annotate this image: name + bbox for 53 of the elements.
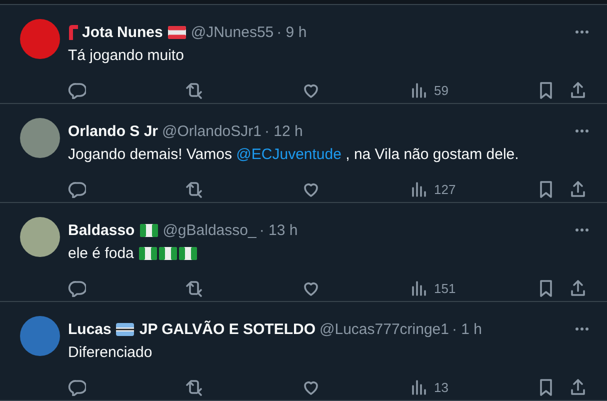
avatar[interactable] (20, 118, 60, 158)
mention-link[interactable]: @ECJuventude (236, 146, 342, 162)
bookmark-icon[interactable] (537, 180, 555, 198)
user-name[interactable]: Lucas (68, 320, 112, 338)
share-icon[interactable] (569, 81, 587, 99)
user-name[interactable]: Baldasso (68, 222, 135, 238)
user-handle[interactable]: @gBaldasso_ (162, 222, 256, 238)
reply-icon[interactable] (68, 180, 86, 198)
bar-chart-icon (410, 180, 428, 198)
avatar[interactable] (20, 217, 60, 257)
user-handle[interactable]: @OrlandoSJr1 (162, 122, 262, 140)
retweet-icon[interactable] (185, 180, 203, 198)
post-time[interactable]: · 12 h (264, 122, 303, 140)
post-time[interactable]: · 1 h (452, 320, 482, 338)
bookmark-icon[interactable] (537, 378, 555, 396)
views-button[interactable]: 59 (410, 81, 448, 99)
views-button[interactable]: 151 (410, 279, 456, 297)
flag-icon (178, 246, 197, 260)
share-icon[interactable] (569, 180, 587, 198)
share-icon[interactable] (569, 279, 587, 297)
post-time[interactable]: · 9 h (276, 24, 307, 40)
user-handle[interactable]: @JNunes55 (190, 24, 274, 40)
flag-icon (140, 224, 158, 236)
avatar[interactable] (20, 316, 60, 356)
reply-icon[interactable] (68, 81, 86, 99)
flag-icon (168, 26, 186, 38)
user-handle[interactable]: @Lucas777cringe1 (320, 320, 449, 338)
bar-chart-icon (410, 81, 428, 99)
post-text: Diferenciado (68, 342, 154, 362)
retweet-icon[interactable] (185, 81, 203, 99)
reply-icon[interactable] (68, 378, 86, 396)
flag-icon (158, 246, 177, 260)
flag-icon (116, 322, 134, 336)
user-name[interactable]: JP GALVÃO E SOTELDO (139, 320, 316, 338)
retweet-icon[interactable] (185, 279, 203, 297)
avatar[interactable] (20, 19, 60, 59)
bookmark-icon[interactable] (537, 81, 555, 99)
logo-icon (68, 24, 78, 40)
views-button[interactable]: 127 (410, 180, 456, 198)
user-name[interactable]: Orlando S Jr (68, 122, 158, 140)
bookmark-icon[interactable] (537, 279, 555, 297)
views-button[interactable]: 13 (410, 378, 448, 396)
post-text: Jogando demais! Vamos @ECJuventude , na Vila não gostam dele. (68, 144, 520, 164)
share-icon[interactable] (569, 378, 587, 396)
bar-chart-icon (410, 279, 428, 297)
post-text: ele é foda (68, 244, 134, 262)
post-text: Tá jogando muito (68, 46, 185, 66)
user-name[interactable]: Jota Nunes (82, 24, 163, 40)
post-time[interactable]: · 13 h (259, 222, 298, 238)
bar-chart-icon (410, 378, 428, 396)
flag-icon (138, 246, 157, 260)
reply-icon[interactable] (68, 279, 86, 297)
retweet-icon[interactable] (185, 378, 203, 396)
